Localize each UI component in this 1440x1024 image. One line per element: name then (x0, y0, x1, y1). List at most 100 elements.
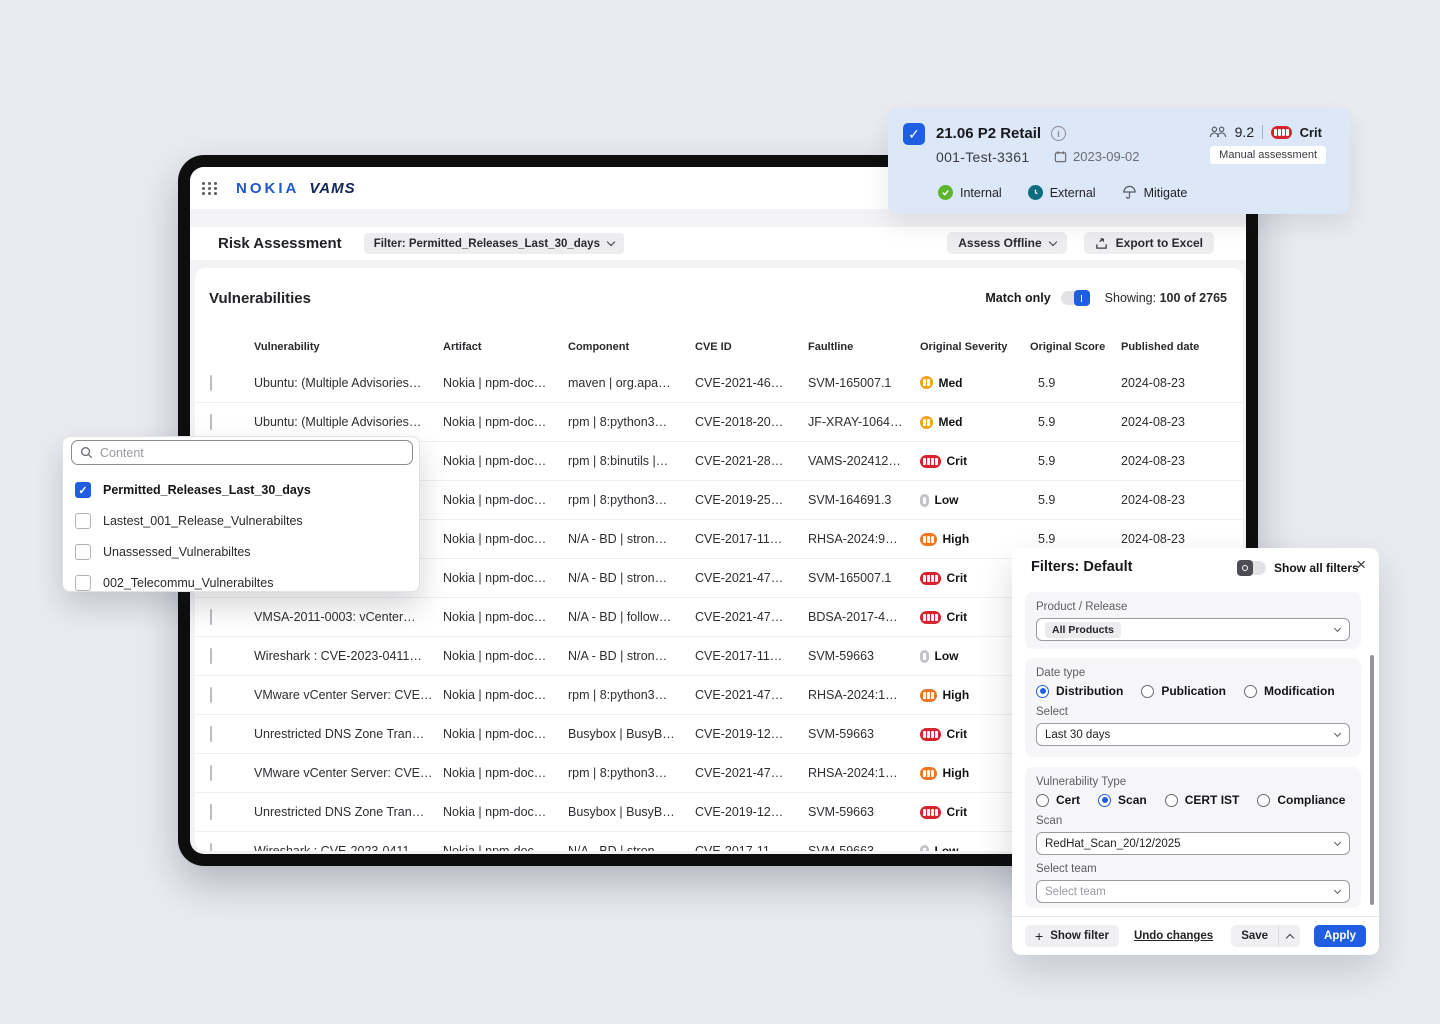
severity-pill-med (920, 376, 933, 389)
row-checkbox[interactable] (210, 843, 212, 851)
artifact-cell: Nokia | npm-doc… (443, 415, 568, 429)
radio-date-distribution[interactable]: Distribution (1036, 684, 1123, 698)
cve-id-cell: CVE-2021-46… (695, 376, 808, 390)
search-input[interactable] (100, 446, 404, 460)
save-button[interactable]: Save (1231, 925, 1278, 947)
column-header: CVE ID (695, 341, 808, 353)
export-to-excel-button[interactable]: Export to Excel (1084, 232, 1214, 254)
divider (1262, 125, 1263, 139)
filter-option[interactable]: Unassessed_Vulnerabiltes (75, 542, 251, 562)
radio-icon (1244, 685, 1257, 698)
option-checkbox[interactable] (75, 575, 91, 591)
severity-pill-med (920, 416, 933, 429)
score-cell: 5.9 (1030, 454, 1121, 468)
scan-value: RedHat_Scan_20/12/2025 (1045, 838, 1181, 850)
row-checkbox[interactable] (210, 726, 212, 742)
vulnerability-cell: Ubuntu: (Multiple Advisories… (254, 376, 443, 390)
assessment-score: 9.2 (1235, 124, 1254, 140)
panel-scrollbar[interactable] (1370, 655, 1374, 905)
option-checkbox[interactable]: ✓ (75, 482, 91, 498)
row-checkbox[interactable] (210, 375, 212, 391)
team-select[interactable]: Select team (1036, 880, 1350, 903)
filter-option[interactable]: Lastest_001_Release_Vulnerabiltes (75, 511, 303, 531)
option-label: 002_Telecommu_Vulnerabiltes (103, 576, 273, 590)
match-only-toggle[interactable] (1061, 291, 1089, 305)
scan-select[interactable]: RedHat_Scan_20/12/2025 (1036, 832, 1350, 855)
manual-assessment-badge: Manual assessment (1210, 146, 1326, 164)
column-header: Artifact (443, 341, 568, 353)
mitigate-action[interactable]: Mitigate (1122, 185, 1188, 200)
search-box[interactable] (71, 440, 413, 465)
vulnerability-cell: Unrestricted DNS Zone Tran… (254, 805, 443, 819)
close-icon[interactable]: × (1356, 556, 1366, 573)
option-label: Unassessed_Vulnerabiltes (103, 545, 251, 559)
assess-offline-button[interactable]: Assess Offline (947, 232, 1066, 254)
artifact-cell: Nokia | npm-doc… (443, 688, 568, 702)
row-checkbox[interactable] (210, 804, 212, 820)
external-label: External (1050, 186, 1096, 200)
radio-vuln-compliance[interactable]: Compliance (1257, 793, 1345, 807)
filters-title: Filters: Default (1031, 559, 1133, 575)
showing-count: Showing: 100 of 2765 (1105, 291, 1227, 305)
row-checkbox[interactable] (210, 765, 212, 781)
external-action[interactable]: External (1028, 185, 1096, 200)
cve-id-cell: CVE-2021-28… (695, 454, 808, 468)
filters-panel: Filters: Default Show all filters × Prod… (1012, 548, 1379, 955)
undo-changes-link[interactable]: Undo changes (1134, 930, 1213, 942)
info-icon[interactable]: i (1051, 126, 1066, 141)
artifact-cell: Nokia | npm-doc… (443, 376, 568, 390)
apply-button[interactable]: Apply (1314, 925, 1366, 947)
toggle-knob (1074, 290, 1090, 306)
row-checkbox[interactable] (210, 609, 212, 625)
radio-label: CERT IST (1185, 793, 1240, 807)
component-cell: Busybox | BusyB… (568, 727, 695, 741)
component-cell: N/A - BD | stron… (568, 649, 695, 663)
score-cell: 5.9 (1030, 415, 1121, 429)
vulnerability-type-label: Vulnerability Type (1036, 776, 1350, 788)
radio-vuln-cert-ist[interactable]: CERT IST (1165, 793, 1240, 807)
filter-option[interactable]: 002_Telecommu_Vulnerabiltes (75, 573, 273, 593)
toggle-knob (1237, 560, 1253, 576)
risk-assessment-toolbar: Risk Assessment Filter: Permitted_Releas… (190, 227, 1246, 260)
table-header-row: VulnerabilityArtifactComponentCVE IDFaul… (195, 335, 1243, 359)
radio-vuln-scan[interactable]: Scan (1098, 793, 1147, 807)
date-select-label: Select (1036, 706, 1350, 718)
option-checkbox[interactable] (75, 513, 91, 529)
chevron-down-icon (607, 238, 615, 246)
component-cell: rpm | 8:python3… (568, 493, 695, 507)
show-all-filters-toggle[interactable] (1238, 561, 1266, 575)
date-range-select[interactable]: Last 30 days (1036, 723, 1350, 746)
column-header: Component (568, 341, 695, 353)
app-launcher-icon[interactable] (202, 182, 218, 195)
save-split-button: Save (1231, 925, 1300, 947)
cve-id-cell: CVE-2018-20… (695, 415, 808, 429)
row-checkbox[interactable] (210, 687, 212, 703)
faultline-cell: SVM-59663 (808, 727, 920, 741)
severity-pill-high (920, 767, 937, 780)
artifact-cell: Nokia | npm-doc… (443, 805, 568, 819)
product-release-select[interactable]: All Products (1036, 618, 1350, 641)
row-checkbox[interactable] (210, 648, 212, 664)
column-header: Original Severity (920, 341, 1030, 353)
option-checkbox[interactable] (75, 544, 91, 560)
table-row: Ubuntu: (Multiple Advisories…Nokia | npm… (195, 363, 1243, 402)
filter-option[interactable]: ✓Permitted_Releases_Last_30_days (75, 480, 311, 500)
active-filter-chip[interactable]: Filter: Permitted_Releases_Last_30_days (364, 233, 624, 254)
internal-action[interactable]: Internal (938, 185, 1002, 200)
assessment-checkbox[interactable]: ✓ (903, 123, 925, 145)
severity-pill-high (920, 533, 937, 546)
artifact-cell: Nokia | npm-doc (443, 844, 568, 851)
show-filter-button[interactable]: + Show filter (1025, 925, 1119, 947)
severity-cell: Med (920, 415, 1030, 429)
component-cell: N/A - BD | stron… (568, 532, 695, 546)
radio-date-publication[interactable]: Publication (1141, 684, 1226, 698)
severity-pill-crit (920, 455, 941, 468)
page-title: Risk Assessment (218, 235, 342, 252)
radio-label: Compliance (1277, 793, 1345, 807)
radio-date-modification[interactable]: Modification (1244, 684, 1335, 698)
radio-vuln-cert[interactable]: Cert (1036, 793, 1080, 807)
faultline-cell: JF-XRAY-1064… (808, 415, 920, 429)
artifact-cell: Nokia | npm-doc… (443, 727, 568, 741)
save-options-button[interactable] (1278, 925, 1300, 947)
row-checkbox[interactable] (210, 414, 212, 430)
